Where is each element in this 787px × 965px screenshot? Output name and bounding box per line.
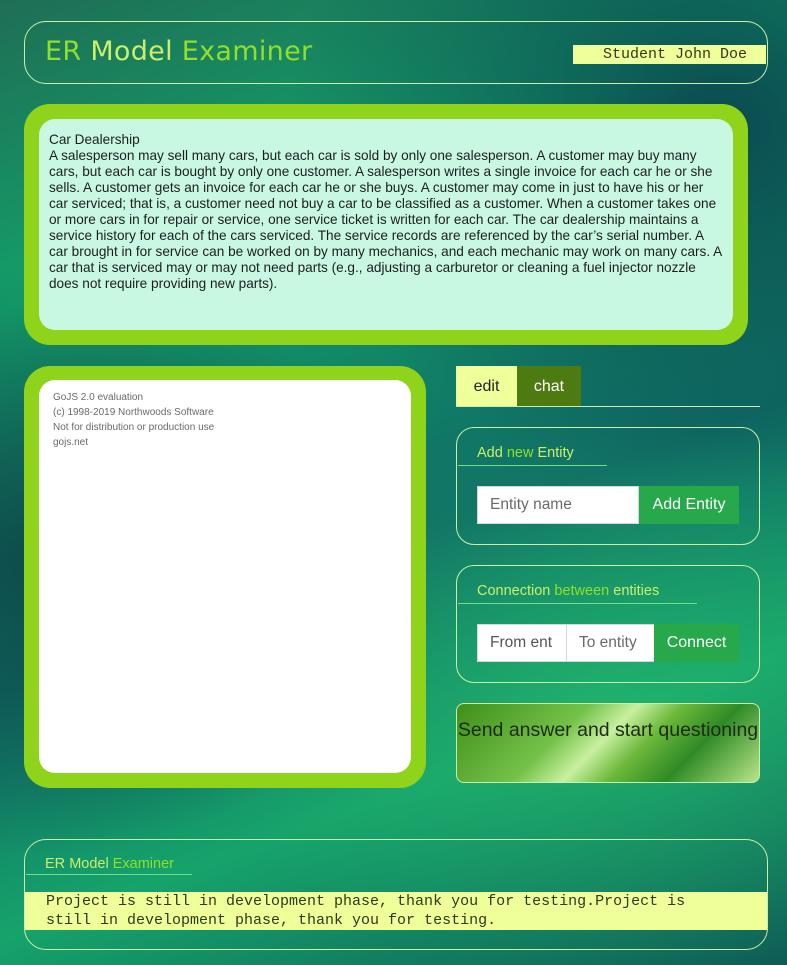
footer-title-word-1: ER	[45, 856, 66, 872]
student-name-badge: Student John Doe	[573, 45, 766, 64]
footer-underline	[26, 874, 192, 875]
tab-chat[interactable]: chat	[517, 366, 581, 407]
task-title: Car Dealership	[49, 132, 140, 147]
add-entity-button[interactable]: Add Entity	[639, 486, 739, 524]
add-entity-underline	[458, 465, 607, 466]
add-entity-title: Add new Entity	[477, 445, 574, 461]
footer-message: Project is still in development phase, t…	[25, 892, 767, 930]
footer-title: ER Model Examiner	[45, 856, 174, 872]
connection-title-word-3: entities	[613, 583, 660, 599]
connect-button[interactable]: Connect	[654, 624, 739, 662]
add-entity-title-word-3: Entity	[537, 445, 574, 461]
connection-title-word-1: Connection	[477, 583, 551, 599]
footer-title-word-2: Model	[69, 856, 109, 872]
gojs-watermark: GoJS 2.0 evaluation (c) 1998-2019 Northw…	[53, 390, 214, 450]
footer-title-word-3: Examiner	[112, 856, 174, 872]
connection-title-word-2: between	[554, 583, 610, 599]
watermark-line: Not for distribution or production use	[53, 422, 215, 433]
task-panel: Car Dealership A salesperson may sell ma…	[39, 119, 733, 330]
app-title-word-1: ER	[45, 36, 82, 67]
app-title-word-2: Model	[90, 36, 173, 67]
connection-underline	[458, 603, 697, 604]
send-answer-button[interactable]: Send answer and start questioning	[456, 703, 760, 783]
tab-divider	[456, 406, 760, 407]
watermark-line: gojs.net	[53, 437, 89, 448]
task-description: A salesperson may sell many cars, but ea…	[49, 148, 722, 291]
tab-edit[interactable]: edit	[456, 366, 517, 407]
add-entity-title-word-2: new	[506, 445, 534, 461]
connection-title: Connection between entities	[477, 583, 659, 599]
entity-name-input[interactable]	[477, 486, 639, 524]
to-entity-input[interactable]	[566, 624, 655, 662]
app-title: ER Model Examiner	[45, 36, 312, 67]
watermark-line: (c) 1998-2019 Northwoods Software	[53, 407, 214, 418]
add-entity-title-word-1: Add	[477, 445, 503, 461]
watermark-line: GoJS 2.0 evaluation	[53, 392, 144, 403]
from-entity-input[interactable]	[477, 624, 567, 662]
app-title-word-3: Examiner	[181, 36, 313, 67]
